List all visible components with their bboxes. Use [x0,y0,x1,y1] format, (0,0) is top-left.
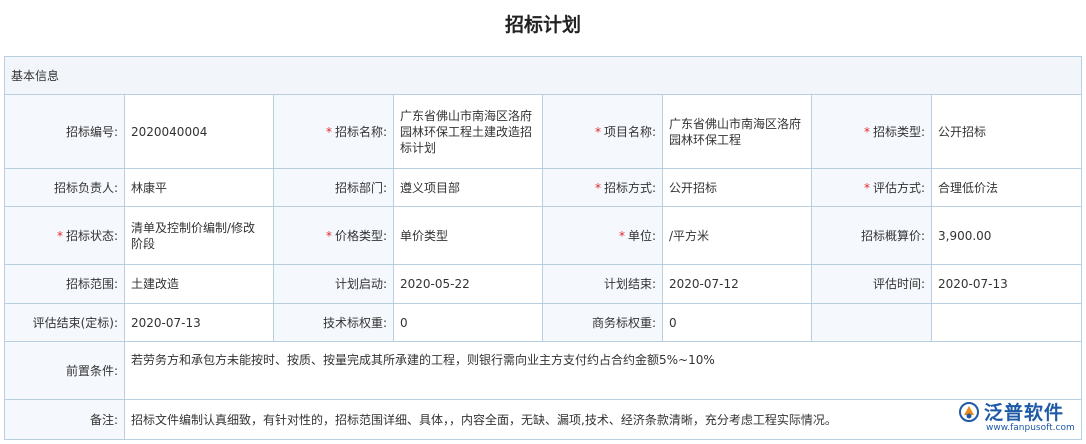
required-mark: * [325,228,332,243]
required-mark: * [863,124,870,139]
empty-label-cell [811,303,932,342]
status-label-text: 招标状态: [65,228,118,243]
biz-weight-label: 商务标权重: [542,303,663,342]
tech-weight-label: 技术标权重: [273,303,394,342]
project-name-label-text: 项目名称: [603,124,656,139]
eval-time-value[interactable]: 2020-07-13 [930,264,1083,304]
plan-start-label: 计划启动: [273,264,394,304]
remark-label: 备注: [4,399,125,440]
required-mark: * [594,180,601,195]
precondition-label: 前置条件: [4,341,125,400]
bid-no-label: 招标编号: [4,94,125,169]
plan-end-value[interactable]: 2020-07-12 [662,264,812,304]
project-name-value[interactable]: 广东省佛山市南海区洛府园林环保工程 [662,94,812,169]
section-header-row: 基本信息 [3,56,1083,95]
dept-label-text: 招标部门: [334,180,387,195]
price-type-value[interactable]: 单价类型 [393,206,543,265]
required-mark: * [325,124,332,139]
method-value[interactable]: 公开招标 [662,168,812,207]
eval-end-label-text: 评估结束(定标): [32,315,118,330]
budget-value[interactable]: 3,900.00 [930,206,1083,265]
section-basic-info: 基本信息 [3,56,1083,95]
unit-label: * 单位: [542,206,663,265]
budget-label: 招标概算价: [811,206,932,265]
required-mark: * [863,180,870,195]
brand-name: 泛普软件 [984,402,1065,424]
form-row: 备注: 招标文件编制认真细致，有针对性的，招标范围详细、具体，，内容全面，无缺、… [4,399,1083,440]
bid-name-label: * 招标名称: [273,94,394,169]
bid-name-value[interactable]: 广东省佛山市南海区洛府园林环保工程土建改造招标计划 [393,94,543,169]
eval-time-label-text: 评估时间: [872,277,925,291]
form-row: 前置条件: 若劳务方和承包方未能按时、按质、按量完成其所承建的工程，则银行需向业… [4,341,1083,400]
bid-no-label-text: 招标编号: [65,124,118,139]
page-title: 招标计划 [504,14,581,36]
price-type-label-text: 价格类型: [334,228,387,243]
form-row: * 招标状态: 清单及控制价编制/修改阶段 * 价格类型: 单价类型 * 单位: /平… [4,206,1083,265]
eval-end-value[interactable]: 2020-07-13 [124,303,274,342]
dept-label: 招标部门: [273,168,394,207]
tech-weight-label-text: 技术标权重: [322,315,387,330]
form-row: 评估结束(定标): 2020-07-13 技术标权重: 0 商务标权重: 0 [4,303,1083,342]
owner-value[interactable]: 林康平 [124,168,274,207]
eval-method-label: * 评估方式: [811,168,932,207]
empty-value-cell [930,303,1083,342]
method-label: * 招标方式: [542,168,663,207]
unit-label-text: 单位: [627,228,656,243]
method-label-text: 招标方式: [603,180,656,195]
plan-end-label: 计划结束: [542,264,663,304]
bid-type-value[interactable]: 公开招标 [930,94,1083,169]
dept-value[interactable]: 遵义项目部 [393,168,543,207]
project-name-label: * 项目名称: [542,94,663,169]
unit-value[interactable]: /平方米 [662,206,812,265]
scope-label: 招标范围: [4,264,125,304]
required-mark: * [594,124,601,139]
required-mark: * [618,228,625,243]
fanpu-logo-icon [958,401,980,423]
plan-end-label-text: 计划结束: [603,277,656,291]
scope-value[interactable]: 土建改造 [124,264,274,304]
biz-weight-label-text: 商务标权重: [591,315,656,330]
bid-name-label-text: 招标名称: [334,124,387,139]
form-row: 招标范围: 土建改造 计划启动: 2020-05-22 计划结束: 2020-0… [4,264,1083,304]
price-type-label: * 价格类型: [273,206,394,265]
remark-label-text: 备注: [89,412,118,427]
status-label: * 招标状态: [4,206,125,265]
precondition-label-text: 前置条件: [65,363,118,378]
plan-start-value[interactable]: 2020-05-22 [393,264,543,304]
bid-plan-form: 基本信息 招标编号: 2020040004 * 招标名称: 广东省佛山市南海区洛府… [3,56,1083,440]
owner-label-text: 招标负责人: [53,180,118,195]
status-value[interactable]: 清单及控制价编制/修改阶段 [124,206,274,265]
tech-weight-value[interactable]: 0 [393,303,543,342]
remark-value[interactable]: 招标文件编制认真细致，有针对性的，招标范围详细、具体，，内容全面，无缺、漏项,技… [123,399,1083,440]
form-row: 招标编号: 2020040004 * 招标名称: 广东省佛山市南海区洛府园林环保工… [4,94,1083,169]
eval-method-label-text: 评估方式: [872,180,925,195]
budget-label-text: 招标概算价: [860,228,925,243]
brand-url: www.fanpusoft.com [986,423,1075,433]
bid-type-label: * 招标类型: [811,94,932,169]
form-row: 招标负责人: 林康平 招标部门: 遵义项目部 * 招标方式: 公开招标 * 评估方式… [4,168,1083,207]
scope-label-text: 招标范围: [65,277,118,291]
owner-label: 招标负责人: [4,168,125,207]
biz-weight-value[interactable]: 0 [662,303,812,342]
eval-end-label: 评估结束(定标): [4,303,125,342]
bid-no-value[interactable]: 2020040004 [124,94,274,169]
brand-watermark: 泛普软件 www.fanpusoft.com [958,398,1082,440]
required-mark: * [56,228,63,243]
bid-type-label-text: 招标类型: [872,124,925,139]
eval-time-label: 评估时间: [811,264,932,304]
precondition-value[interactable]: 若劳务方和承包方未能按时、按质、按量完成其所承建的工程，则银行需向业主方支付约占… [123,341,1083,400]
eval-method-value[interactable]: 合理低价法 [930,168,1083,207]
plan-start-label-text: 计划启动: [334,277,387,291]
